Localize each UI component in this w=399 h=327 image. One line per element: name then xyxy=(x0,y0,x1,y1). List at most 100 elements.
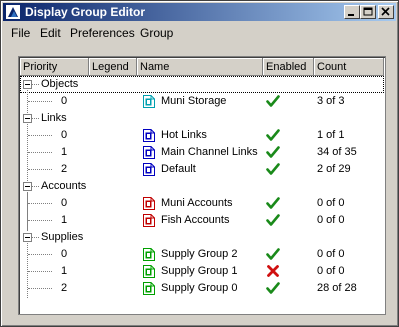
link-icon xyxy=(143,129,155,142)
group-name: Main Channel Links xyxy=(161,146,258,158)
tree-connector xyxy=(28,203,52,204)
menu-file[interactable]: File xyxy=(11,26,30,40)
display-group-row[interactable]: 0 Hot Links 1 of 1 xyxy=(20,127,384,144)
menu-preferences[interactable]: Preferences xyxy=(70,26,135,40)
menu-group[interactable]: Group xyxy=(140,26,173,40)
collapse-icon[interactable] xyxy=(23,182,32,191)
count-value: 1 of 1 xyxy=(317,129,345,141)
tree-connector xyxy=(28,152,52,153)
tree-connector xyxy=(28,135,52,136)
group-label: Objects xyxy=(41,78,79,90)
tree-connector xyxy=(32,186,39,187)
group-tree-table[interactable]: Priority Legend Name Enabled Count Objec… xyxy=(18,56,386,315)
collapse-icon[interactable] xyxy=(23,233,32,242)
check-icon[interactable] xyxy=(266,247,280,261)
check-icon[interactable] xyxy=(266,196,280,210)
display-group-row[interactable]: 0 Supply Group 2 0 of 0 xyxy=(20,246,384,263)
priority-value: 0 xyxy=(61,95,68,107)
group-name: Hot Links xyxy=(161,129,207,141)
account-icon xyxy=(143,214,155,227)
group-row[interactable]: Accounts xyxy=(20,178,384,195)
check-icon[interactable] xyxy=(266,128,280,142)
group-row[interactable]: Links xyxy=(20,110,384,127)
menu-bar: File Edit Preferences Group xyxy=(3,23,396,42)
tree-connector xyxy=(28,271,52,272)
supply-icon xyxy=(143,282,155,295)
column-header-name[interactable]: Name xyxy=(137,58,263,76)
group-name: Muni Storage xyxy=(161,95,227,107)
group-name: Fish Accounts xyxy=(161,214,230,226)
group-name: Default xyxy=(161,163,196,175)
close-button[interactable] xyxy=(378,5,394,19)
group-label: Supplies xyxy=(41,231,84,243)
group-label: Links xyxy=(41,112,67,124)
group-row[interactable]: Objects xyxy=(20,76,384,93)
priority-value: 0 xyxy=(61,129,68,141)
tree-connector xyxy=(32,237,39,238)
priority-value: 0 xyxy=(61,248,68,260)
group-name: Supply Group 1 xyxy=(161,265,238,277)
minimize-icon xyxy=(348,14,354,16)
maximize-icon xyxy=(363,7,373,16)
collapse-icon[interactable] xyxy=(23,114,32,123)
window-title: Display Group Editor xyxy=(25,5,146,19)
tree-connector xyxy=(32,84,39,85)
priority-value: 1 xyxy=(61,265,68,277)
group-name: Supply Group 2 xyxy=(161,248,238,260)
link-icon xyxy=(143,163,155,176)
check-icon[interactable] xyxy=(266,213,280,227)
group-name: Supply Group 0 xyxy=(161,282,238,294)
supply-icon xyxy=(143,265,155,278)
column-header-count[interactable]: Count xyxy=(314,58,384,76)
count-value: 28 of 28 xyxy=(317,282,357,294)
display-group-row[interactable]: 0 Muni Accounts 0 of 0 xyxy=(20,195,384,212)
link-icon xyxy=(143,146,155,159)
title-bar[interactable]: Display Group Editor xyxy=(3,3,396,21)
tree-connector xyxy=(28,220,52,221)
column-header-legend[interactable]: Legend xyxy=(89,58,137,76)
display-group-row[interactable]: 1 Supply Group 1 0 of 0 xyxy=(20,263,384,280)
check-icon[interactable] xyxy=(266,162,280,176)
account-icon xyxy=(143,197,155,210)
count-value: 3 of 3 xyxy=(317,95,345,107)
tree-connector xyxy=(28,254,52,255)
menu-edit[interactable]: Edit xyxy=(40,26,61,40)
count-value: 34 of 35 xyxy=(317,146,357,158)
display-group-row[interactable]: 1 Fish Accounts 0 of 0 xyxy=(20,212,384,229)
tree-connector xyxy=(28,169,52,170)
close-icon xyxy=(381,7,390,16)
collapse-icon[interactable] xyxy=(23,80,32,89)
display-group-row[interactable]: 0 Muni Storage 3 of 3 xyxy=(20,93,384,110)
group-name: Muni Accounts xyxy=(161,197,233,209)
column-header-priority[interactable]: Priority xyxy=(20,58,89,76)
display-group-row[interactable]: 1 Main Channel Links 34 of 35 xyxy=(20,144,384,161)
count-value: 2 of 29 xyxy=(317,163,351,175)
display-group-row[interactable]: 2 Supply Group 0 28 of 28 xyxy=(20,280,384,297)
display-group-editor-window: Display Group Editor File Edit Preferenc… xyxy=(0,0,399,327)
group-row[interactable]: Supplies xyxy=(20,229,384,246)
count-value: 0 of 0 xyxy=(317,214,345,226)
check-icon[interactable] xyxy=(266,281,280,295)
display-group-row[interactable]: 2 Default 2 of 29 xyxy=(20,161,384,178)
check-icon[interactable] xyxy=(266,145,280,159)
maximize-button[interactable] xyxy=(360,5,376,19)
check-icon[interactable] xyxy=(266,94,280,108)
priority-value: 1 xyxy=(61,146,68,158)
column-header-enabled[interactable]: Enabled xyxy=(263,58,314,76)
group-label: Accounts xyxy=(41,180,87,192)
app-icon xyxy=(6,5,20,19)
storage-icon xyxy=(143,95,155,108)
priority-value: 2 xyxy=(61,163,68,175)
priority-value: 1 xyxy=(61,214,68,226)
cross-icon[interactable] xyxy=(266,264,280,278)
supply-icon xyxy=(143,248,155,261)
priority-value: 2 xyxy=(61,282,68,294)
tree-connector xyxy=(28,288,52,289)
tree-connector xyxy=(32,118,39,119)
count-value: 0 of 0 xyxy=(317,248,345,260)
tree-connector xyxy=(28,101,52,102)
priority-value: 0 xyxy=(61,197,68,209)
count-value: 0 of 0 xyxy=(317,197,345,209)
count-value: 0 of 0 xyxy=(317,265,345,277)
minimize-button[interactable] xyxy=(344,5,360,19)
